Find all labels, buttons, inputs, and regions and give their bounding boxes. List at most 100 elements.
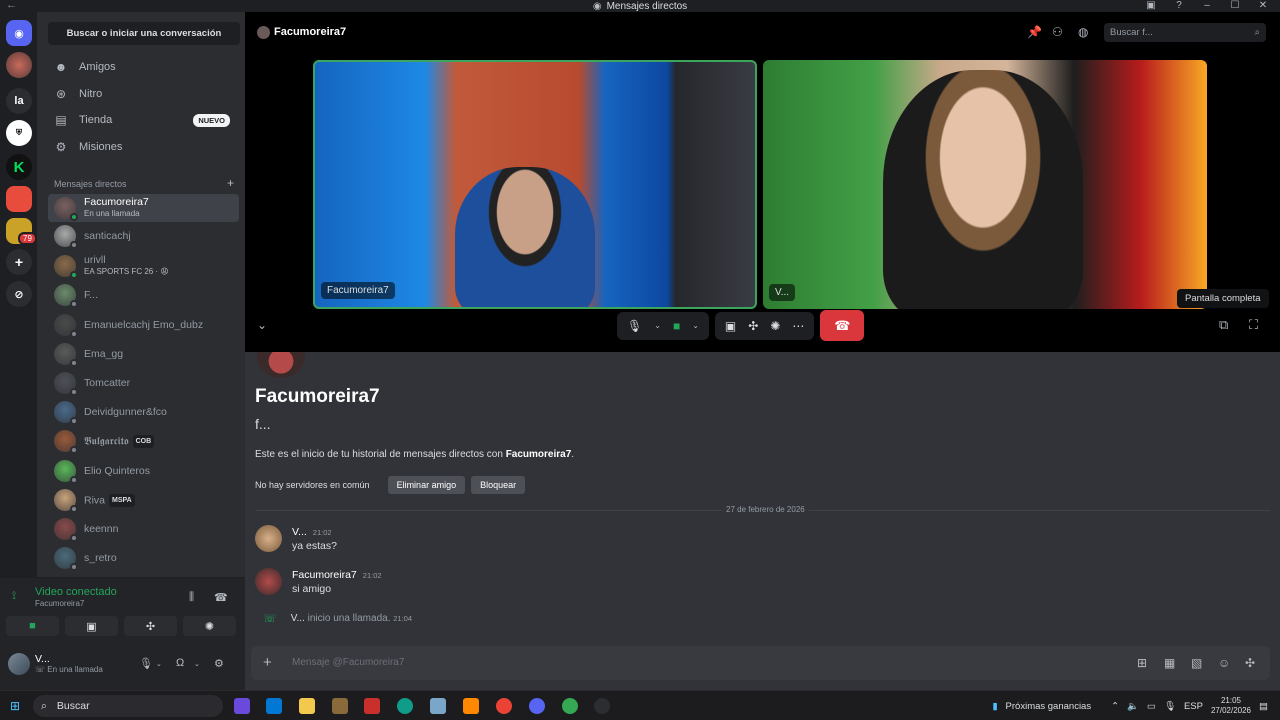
message-input[interactable]: Mensaje @Facumoreira7 <box>292 657 404 668</box>
voice-status[interactable]: Video conectado <box>35 586 117 598</box>
activities-icon[interactable]: ✣ <box>748 319 758 333</box>
battery-icon[interactable]: ▭ <box>1147 701 1156 712</box>
home-discord-button[interactable]: ◉ <box>6 20 32 46</box>
inbox-icon[interactable]: ▣ <box>1144 0 1158 12</box>
clock[interactable]: 21:05 27/02/2026 <box>1211 696 1251 716</box>
copilot-icon[interactable] <box>234 698 250 714</box>
camera-icon[interactable]: ■ <box>673 319 680 333</box>
video-tile-facumoreira7[interactable]: Facumoreira7 <box>313 60 757 309</box>
chevron-down-icon[interactable]: ⌄ <box>654 321 661 330</box>
outlook-icon[interactable] <box>266 698 282 714</box>
collapse-chevron-icon[interactable]: ⌄ <box>257 318 267 332</box>
message-avatar[interactable] <box>255 568 282 595</box>
chevron-up-icon[interactable]: ⌃ <box>1111 701 1119 712</box>
soundboard-icon[interactable]: ✺ <box>770 319 780 333</box>
volume-icon[interactable]: 🔈 <box>1127 701 1139 712</box>
dm-item[interactable]: Elio Quinteros <box>48 457 239 485</box>
screen-share-button[interactable]: ▣ <box>65 616 118 636</box>
server-icon-la[interactable]: la <box>6 88 32 114</box>
gift-icon[interactable]: ⊞ <box>1137 656 1147 670</box>
dm-item[interactable]: santicachj <box>48 222 239 250</box>
fullscreen-icon[interactable]: ⛶ <box>1249 317 1258 333</box>
add-friend-icon[interactable]: ⚇ <box>1052 25 1063 39</box>
emoji-icon[interactable]: ☺ <box>1218 656 1230 670</box>
message-composer[interactable]: + Mensaje @Facumoreira7 ⊞ ▦ ▧ ☺ ✣ <box>251 646 1270 680</box>
apps-icon[interactable]: ✣ <box>1245 656 1255 670</box>
dm-item[interactable]: Emanuelcachj Emo_dubz <box>48 311 239 339</box>
more-icon[interactable]: ⋯ <box>792 319 804 333</box>
sticker-icon[interactable]: ▧ <box>1191 656 1202 670</box>
camera-button[interactable]: ■ <box>6 616 59 636</box>
server-icon-shield[interactable]: ⛨ <box>6 120 32 146</box>
find-conversation-button[interactable]: Buscar o iniciar una conversación <box>48 22 240 45</box>
gif-icon[interactable]: ▦ <box>1164 656 1175 670</box>
video-tile-v[interactable]: V... <box>763 60 1207 309</box>
nav-item-amigos[interactable]: ☻ Amigos <box>48 55 240 79</box>
dm-item[interactable]: Tomcatter <box>48 369 239 397</box>
vlc-icon[interactable] <box>463 698 479 714</box>
search-input[interactable]: Buscar f... ⌕ <box>1104 23 1266 42</box>
dm-item[interactable]: Facumoreira7 En una llamada <box>48 194 239 222</box>
chevron-down-icon[interactable]: ⌄ <box>156 660 162 668</box>
notifications-icon[interactable]: ▤ <box>1259 701 1268 712</box>
app-icon[interactable] <box>430 698 446 714</box>
message-avatar[interactable] <box>255 525 282 552</box>
profile-icon[interactable]: ◍ <box>1078 25 1088 39</box>
chevron-down-icon[interactable]: ⌄ <box>692 321 699 330</box>
nav-item-misiones[interactable]: ⚙ Misiones <box>48 135 240 159</box>
windows-start-icon[interactable]: ⊞ <box>10 699 20 713</box>
mic-tray-icon[interactable]: 🎙 <box>1164 701 1176 712</box>
minimize-button[interactable]: – <box>1200 0 1214 12</box>
dm-item[interactable]: Riva MSPA <box>48 486 239 514</box>
mic-control[interactable]: 🎙 ⌄ ■ ⌄ <box>617 311 709 340</box>
discover-button[interactable]: ⊘ <box>6 281 32 307</box>
add-server-button[interactable]: + <box>6 249 32 275</box>
dm-item[interactable]: keennn <box>48 515 239 543</box>
file-explorer-icon[interactable] <box>299 698 315 714</box>
taskbar-search[interactable]: ⌕ Buscar <box>33 695 223 717</box>
game-icon[interactable] <box>364 698 380 714</box>
discord-taskbar-icon[interactable] <box>529 698 545 714</box>
help-icon[interactable]: ? <box>1172 0 1186 12</box>
dm-item[interactable]: Deividgunner&fco <box>48 398 239 426</box>
edge-icon[interactable] <box>397 698 413 714</box>
message-author[interactable]: Facumoreira7 21:02 <box>292 569 382 581</box>
attach-plus-icon[interactable]: + <box>263 654 272 671</box>
header-name[interactable]: Facumoreira7 <box>274 26 346 38</box>
chevron-down-icon[interactable]: ⌄ <box>194 660 200 668</box>
back-arrow-icon[interactable]: ← <box>6 0 17 11</box>
minecraft-icon[interactable] <box>332 698 348 714</box>
close-button[interactable]: ✕ <box>1256 0 1270 12</box>
hang-up-button[interactable]: ☎ <box>820 310 865 341</box>
nav-item-nitro[interactable]: ⊛ Nitro <box>48 82 240 106</box>
maximize-button[interactable]: ☐ <box>1228 0 1242 12</box>
server-icon-avatar[interactable] <box>6 52 32 78</box>
headphones-icon[interactable]: Ω <box>176 657 184 669</box>
mic-icon[interactable]: 🎙 <box>139 657 153 670</box>
pin-icon[interactable]: 📌 <box>1027 25 1042 39</box>
dm-item[interactable]: urivll EA SPORTS FC 26 · 😩 <box>48 252 239 280</box>
dm-item[interactable]: F... <box>48 281 239 309</box>
gear-icon[interactable]: ⚙ <box>214 657 224 670</box>
activities-button[interactable]: ✣ <box>124 616 177 636</box>
user-avatar[interactable] <box>8 653 30 675</box>
server-icon-k[interactable]: K <box>6 154 32 180</box>
nav-item-tienda[interactable]: ▤ Tienda NUEVO <box>48 108 240 132</box>
noise-suppression-icon[interactable]: ⫼ <box>189 591 194 604</box>
widget-text[interactable]: Próximas ganancias <box>1006 701 1092 712</box>
chrome-profile-icon[interactable] <box>562 698 578 714</box>
dm-item[interactable]: Ema_gg <box>48 340 239 368</box>
soundboard-button[interactable]: ✺ <box>183 616 236 636</box>
message-author[interactable]: V... 21:02 <box>292 526 332 538</box>
language-indicator[interactable]: ESP <box>1184 701 1203 712</box>
create-dm-plus-icon[interactable]: + <box>227 177 234 189</box>
disconnect-icon[interactable]: ☎ <box>214 591 228 604</box>
chrome-icon[interactable] <box>496 698 512 714</box>
steam-icon[interactable] <box>594 698 610 714</box>
dm-item[interactable]: 𝕭𝖚𝖑𝖌𝖆𝖗𝖈𝖎𝖙𝖔 COB <box>48 427 239 455</box>
remove-friend-button[interactable]: Eliminar amigo <box>387 476 466 494</box>
popout-icon[interactable]: ⧉ <box>1219 317 1228 333</box>
dm-item[interactable]: s_retro <box>48 544 239 572</box>
screen-share-icon[interactable]: ▣ <box>725 319 736 333</box>
server-icon-red[interactable] <box>6 186 32 212</box>
